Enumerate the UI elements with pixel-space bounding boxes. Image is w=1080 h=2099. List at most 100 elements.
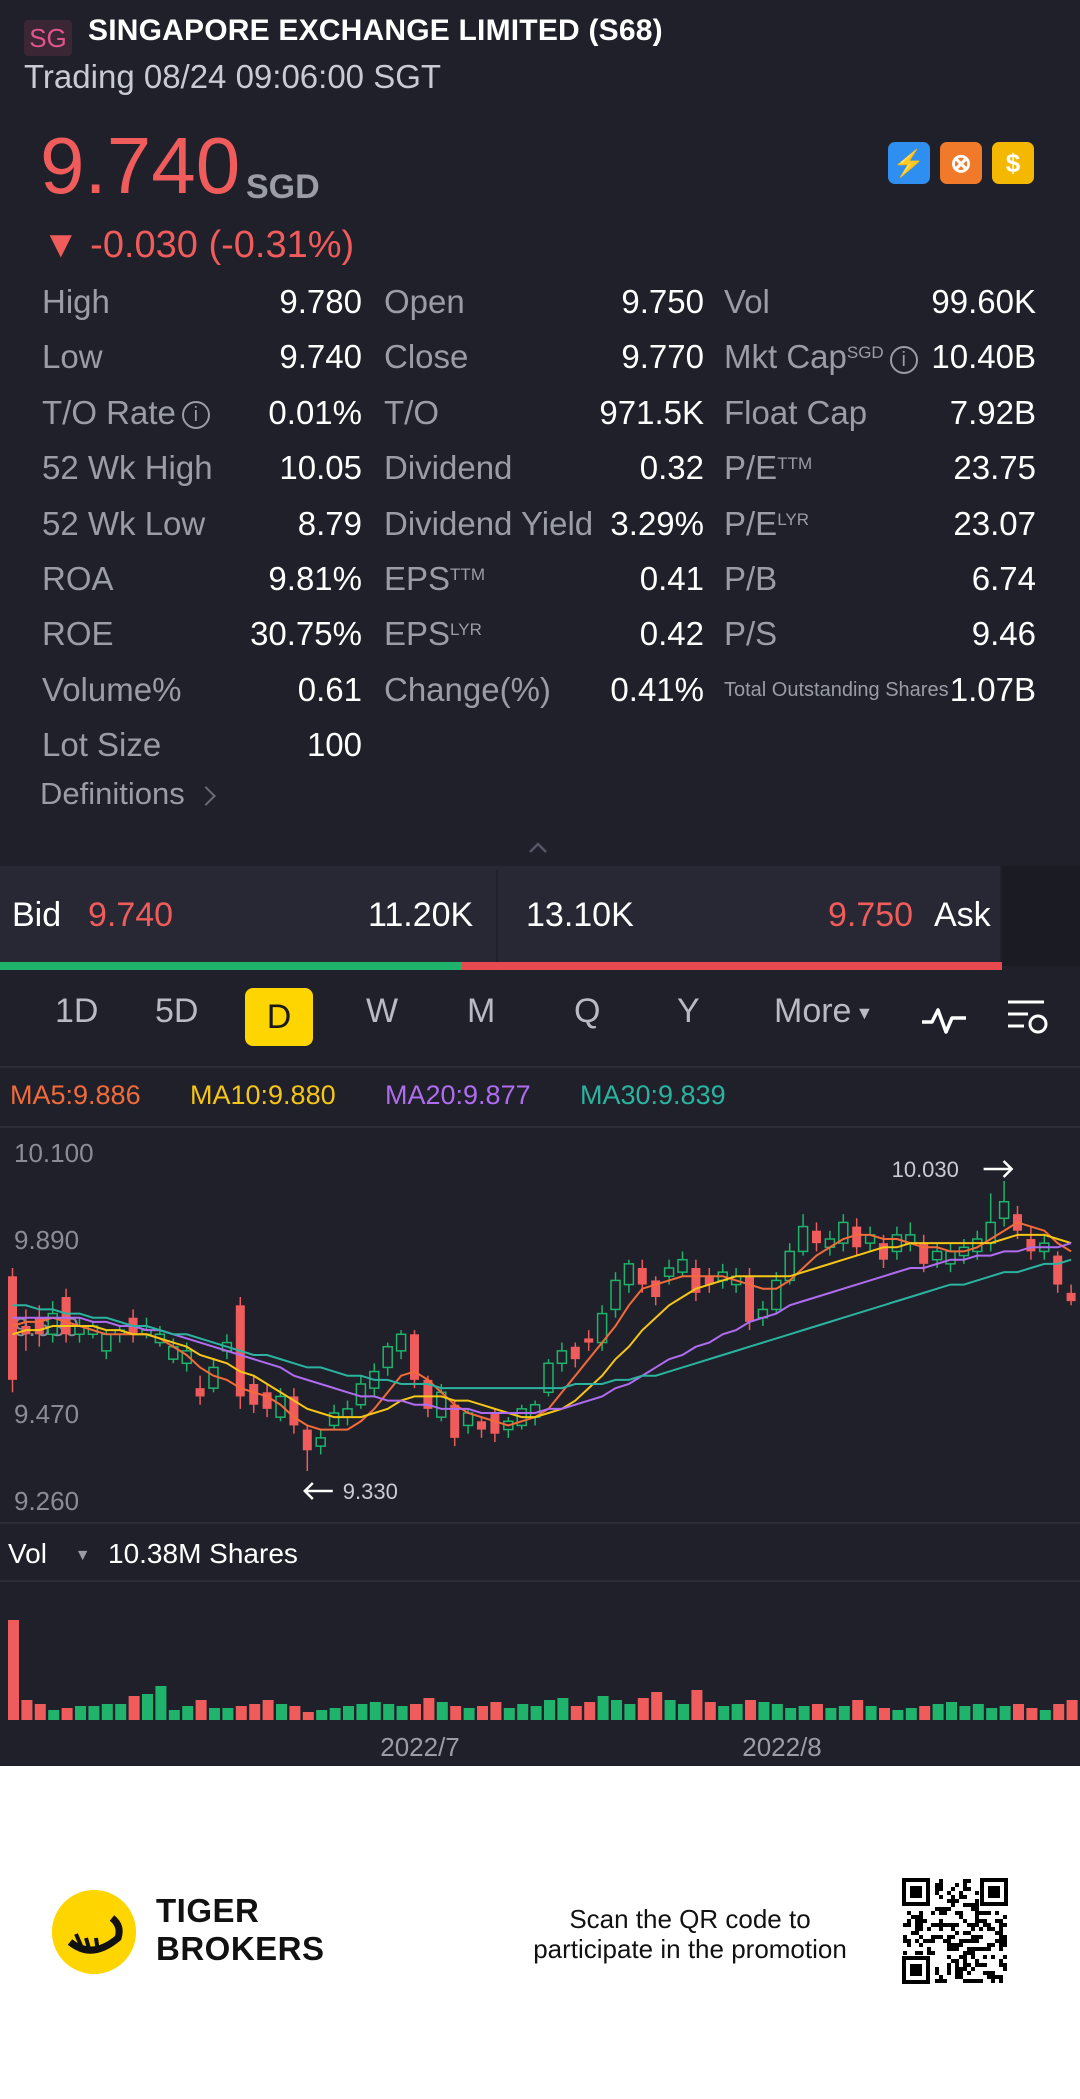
chart-settings-icon[interactable] [1004,996,1052,1040]
stat-row: Total Outstanding Shares 1.07B [724,670,1036,710]
volume-bar [88,1706,100,1720]
candle [543,1359,554,1397]
volume-bar [731,1704,743,1720]
indicator-icon[interactable] [920,998,968,1038]
volume-bar [168,1710,180,1720]
candle [410,1330,419,1389]
stat-superscript: TTM [450,565,485,584]
qr-code[interactable] [902,1878,1008,1984]
stat-label-text: T/O [384,393,439,431]
y-tick-label: 9.890 [14,1225,79,1255]
volume-bar [289,1706,301,1720]
ask-price: 9.750 [828,896,914,934]
volume-bar [1053,1704,1065,1720]
volume-bar [115,1704,127,1720]
volume-bar [838,1706,850,1720]
ma-divider [0,1126,1080,1128]
stat-row: Volume% 0.61 [42,670,362,710]
volume-bar [21,1700,33,1720]
market-badge: SG [24,20,72,56]
candle [8,1268,17,1393]
ma-line-ma30 [12,1258,1072,1390]
stat-label: Lot Size [42,725,161,765]
candle [998,1181,1010,1227]
chart-divider [0,1522,1080,1524]
stat-value: 6.74 [971,560,1036,597]
candle [289,1388,299,1434]
stat-row: P/S 9.46 [724,614,1036,654]
candle [610,1272,621,1318]
chevron-right-icon [196,785,217,806]
volume-bar [771,1704,783,1720]
stat-label-text: T/O Rate [42,393,176,431]
volume-bar [463,1708,475,1720]
stat-row: High 9.780 [42,282,362,322]
stat-label: ROE [42,614,114,654]
period-tab-y[interactable]: Y [677,992,700,1031]
definitions-label: Definitions [40,776,185,811]
bid-size: 11.20K [368,896,474,934]
stat-label-text: Close [384,338,469,376]
lightning-icon[interactable]: ⚡ [888,142,930,184]
volume-bar [195,1700,207,1720]
volume-bar [905,1708,917,1720]
volume-bar [932,1704,944,1720]
stat-value: 0.32 [639,449,704,487]
feature-icons: ⚡ ⊗ $ [888,142,1034,184]
options-icon[interactable]: ⊗ [940,142,982,184]
volume-bar [637,1698,649,1720]
stat-label: Total Outstanding Shares [724,670,949,710]
volume-bar [892,1710,904,1720]
more-dropdown[interactable]: More ▼ [774,992,873,1031]
stat-value: 0.61 [297,670,362,708]
info-icon[interactable]: i [889,345,918,374]
stat-value: 0.41 [639,560,704,597]
period-tab-w[interactable]: W [366,992,398,1031]
candle [195,1375,205,1405]
info-icon[interactable]: i [181,401,210,430]
candle [570,1342,580,1368]
y-tick-label: 10.100 [14,1138,94,1168]
volume-bar [704,1702,716,1720]
stat-value: 971.5K [599,393,704,431]
volume-value: 10.38M Shares [108,1538,298,1569]
price-chart[interactable]: 10.1009.8909.6809.4709.26010.0309.330 [0,1130,1080,1520]
definitions-link[interactable]: Definitions [40,776,217,812]
period-tab-q[interactable]: Q [574,992,600,1031]
period-tab-5d[interactable]: 5D [155,992,198,1031]
stat-value: 10.40B [931,338,1036,376]
stat-label-text: P/E [724,504,778,542]
stat-value: 9.46 [971,615,1036,653]
volume-selector[interactable]: Vol ▼ [8,1538,91,1570]
ma-line-ma10 [12,1233,1072,1419]
arrow-right-icon [983,1160,1014,1178]
candle [382,1342,393,1376]
volume-bar [302,1712,314,1720]
stat-row: ROA 9.81% [42,559,362,599]
stat-superscript: LYR [450,620,482,640]
volume-bar [584,1702,596,1720]
ma-legend-item: MA10:9.880 [190,1080,336,1110]
stat-row: Float Cap 7.92B [724,393,1036,433]
stat-value: 9.780 [279,283,362,320]
volume-bar [142,1694,153,1720]
stat-label: Close [384,337,468,377]
candle [852,1218,862,1256]
period-tab-m[interactable]: M [467,992,495,1031]
stat-value: 10.05 [279,449,362,487]
stat-label-text: Vol [724,283,770,320]
candle [757,1301,769,1326]
dollar-icon[interactable]: $ [992,142,1034,184]
volume-bar [450,1706,462,1720]
period-tab-active[interactable]: D [245,988,313,1046]
volume-bar [825,1708,837,1720]
stat-value: 30.75% [250,615,362,653]
chevron-up-icon[interactable] [528,838,548,858]
stat-value: 0.01% [268,393,362,431]
low-marker-label: 9.330 [343,1479,398,1504]
stat-row: P/ELYR 23.07 [724,504,1036,544]
currency: SGD [246,168,320,206]
stat-label: Change(%) [384,670,551,710]
period-tab-1d[interactable]: 1D [55,992,98,1031]
stat-row: Open 9.750 [384,282,704,322]
